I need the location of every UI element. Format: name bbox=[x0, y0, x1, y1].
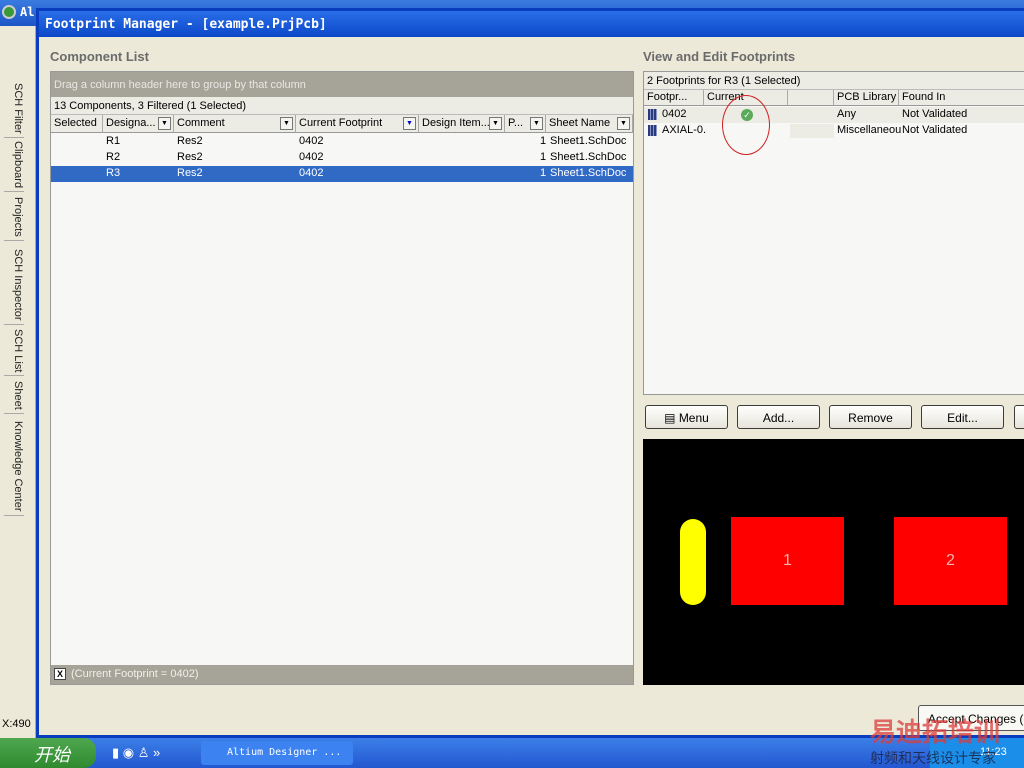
col-selected[interactable]: Selected bbox=[51, 115, 103, 133]
red-annotation-circle bbox=[722, 95, 770, 155]
filter-dropdown-icon[interactable]: ▼ bbox=[403, 117, 416, 130]
pad-2: 2 bbox=[894, 517, 1007, 605]
cell-found: Not Validated bbox=[902, 108, 968, 120]
tab-sch-inspector[interactable]: SCH Inspector bbox=[4, 246, 24, 325]
cell-comment: Res2 bbox=[177, 167, 203, 179]
tab-sch-list[interactable]: SCH List bbox=[4, 326, 24, 377]
col-label: Designa... bbox=[106, 117, 156, 129]
remove-button[interactable]: Remove bbox=[829, 405, 912, 429]
taskbar-item-altium[interactable]: Altium Designer ... bbox=[201, 741, 353, 765]
filter-dropdown-icon[interactable]: ▼ bbox=[617, 117, 630, 130]
footprint-chip-icon bbox=[648, 109, 657, 120]
col-comment[interactable]: Comment ▼ bbox=[174, 115, 296, 133]
col-label: Selected bbox=[54, 117, 97, 129]
tab-sheet[interactable]: Sheet bbox=[4, 378, 24, 414]
table-row[interactable]: R1 Res2 0402 1 Sheet1.SchDoc bbox=[51, 134, 633, 150]
filter-expression[interactable]: (Current Footprint = 0402) bbox=[71, 668, 198, 680]
cell-name: AXIAL-0. bbox=[662, 124, 707, 136]
more-button[interactable] bbox=[1014, 405, 1024, 429]
start-button[interactable]: 开始 bbox=[0, 738, 96, 768]
tab-clipboard[interactable]: Clipboard bbox=[4, 138, 24, 193]
cell-blank bbox=[790, 124, 834, 138]
footprints-grid: 2 Footprints for R3 (1 Selected) Footpr.… bbox=[643, 71, 1024, 395]
cell-footprint: 0402 bbox=[299, 135, 324, 147]
cell-p: 1 bbox=[540, 135, 547, 147]
component-list-heading: Component List bbox=[50, 49, 149, 64]
cell-designator: R2 bbox=[106, 151, 121, 163]
app-title: Al bbox=[20, 5, 35, 19]
button-label: Menu bbox=[678, 411, 709, 425]
cell-library: Miscellaneou bbox=[837, 124, 902, 136]
cell-comment: Res2 bbox=[177, 135, 203, 147]
filter-dropdown-icon[interactable]: ▼ bbox=[280, 117, 293, 130]
tab-knowledge-center[interactable]: Knowledge Center bbox=[4, 418, 24, 516]
col-label: Sheet Name bbox=[549, 117, 611, 129]
col-footprint[interactable]: Footpr... bbox=[644, 90, 704, 106]
cell-p: 1 bbox=[540, 151, 547, 163]
footprint-count: 2 Footprints for R3 (1 Selected) bbox=[644, 72, 1024, 90]
col-label: Current Footprint bbox=[299, 117, 383, 129]
add-button[interactable]: Add... bbox=[737, 405, 820, 429]
quick-launch-icons[interactable]: ▮ ◉ ♙ » bbox=[112, 745, 160, 761]
cell-footprint: 0402 bbox=[299, 151, 324, 163]
col-label: Comment bbox=[177, 117, 225, 129]
col-pcb-library[interactable]: PCB Library bbox=[834, 90, 899, 106]
col-p[interactable]: P... ▼ bbox=[505, 115, 546, 133]
filter-dropdown-icon[interactable]: ▼ bbox=[530, 117, 543, 130]
cell-sheet: Sheet1.SchDoc bbox=[550, 135, 627, 147]
filter-bar: X (Current Footprint = 0402) bbox=[51, 665, 633, 684]
footprint-preview[interactable]: 1 2 bbox=[643, 439, 1024, 685]
pad-1: 1 bbox=[731, 517, 844, 605]
col-found-in[interactable]: Found In bbox=[899, 90, 1024, 106]
side-panel-tabs: SCH Filter Clipboard Projects SCH Inspec… bbox=[0, 26, 36, 738]
watermark-logo: 易迪拓培训 bbox=[870, 717, 1001, 747]
cell-designator: R1 bbox=[106, 135, 121, 147]
footprint-row[interactable]: 0402 ✓ Any Not Validated bbox=[644, 107, 1024, 123]
table-row-selected[interactable]: R3 Res2 0402 1 Sheet1.SchDoc bbox=[51, 166, 633, 182]
footprints-heading: View and Edit Footprints bbox=[643, 49, 796, 64]
tab-projects[interactable]: Projects bbox=[4, 194, 24, 241]
cell-library: Any bbox=[837, 108, 856, 120]
watermark-tagline: 射频和天线设计专家 bbox=[870, 750, 996, 766]
clear-filter-icon[interactable]: X bbox=[54, 668, 66, 680]
menu-icon: ▤ bbox=[664, 411, 679, 425]
menu-button[interactable]: ▤ Menu bbox=[645, 405, 728, 429]
footprint-chip-icon bbox=[648, 125, 657, 136]
altium-logo-icon bbox=[2, 5, 16, 19]
filter-dropdown-icon[interactable]: ▼ bbox=[158, 117, 171, 130]
silkscreen-body bbox=[680, 519, 706, 605]
component-count: 13 Components, 3 Filtered (1 Selected) bbox=[51, 97, 633, 115]
cell-sheet: Sheet1.SchDoc bbox=[550, 151, 627, 163]
dialog-title: Footprint Manager - [example.PrjPcb] bbox=[39, 11, 1024, 37]
col-sheet-name[interactable]: Sheet Name ▼ bbox=[546, 115, 633, 133]
col-label: Design Item... bbox=[422, 117, 490, 129]
cell-sheet: Sheet1.SchDoc bbox=[550, 167, 627, 179]
col-current-footprint[interactable]: Current Footprint ▼ bbox=[296, 115, 419, 133]
tab-sch-filter[interactable]: SCH Filter bbox=[4, 80, 24, 138]
cell-name: 0402 bbox=[662, 108, 687, 120]
filter-dropdown-icon[interactable]: ▼ bbox=[489, 117, 502, 130]
cell-footprint: 0402 bbox=[299, 167, 324, 179]
status-coordinate: X:490 bbox=[2, 718, 31, 730]
component-list-grid: Drag a column header here to group by th… bbox=[50, 71, 634, 685]
table-row[interactable]: R2 Res2 0402 1 Sheet1.SchDoc bbox=[51, 150, 633, 166]
col-label: P... bbox=[508, 117, 524, 129]
col-designator[interactable]: Designa... ▼ bbox=[103, 115, 174, 133]
col-design-item[interactable]: Design Item... ▼ bbox=[419, 115, 505, 133]
cell-found: Not Validated bbox=[902, 124, 968, 136]
group-by-area[interactable]: Drag a column header here to group by th… bbox=[51, 72, 633, 97]
cell-designator: R3 bbox=[106, 167, 121, 179]
footprint-row[interactable]: AXIAL-0. Miscellaneou Not Validated bbox=[644, 123, 1024, 139]
cell-p: 1 bbox=[540, 167, 547, 179]
cell-comment: Res2 bbox=[177, 151, 203, 163]
footprint-manager-dialog: Footprint Manager - [example.PrjPcb] Com… bbox=[36, 8, 1024, 738]
edit-button[interactable]: Edit... bbox=[921, 405, 1004, 429]
col-blank[interactable] bbox=[788, 90, 834, 106]
